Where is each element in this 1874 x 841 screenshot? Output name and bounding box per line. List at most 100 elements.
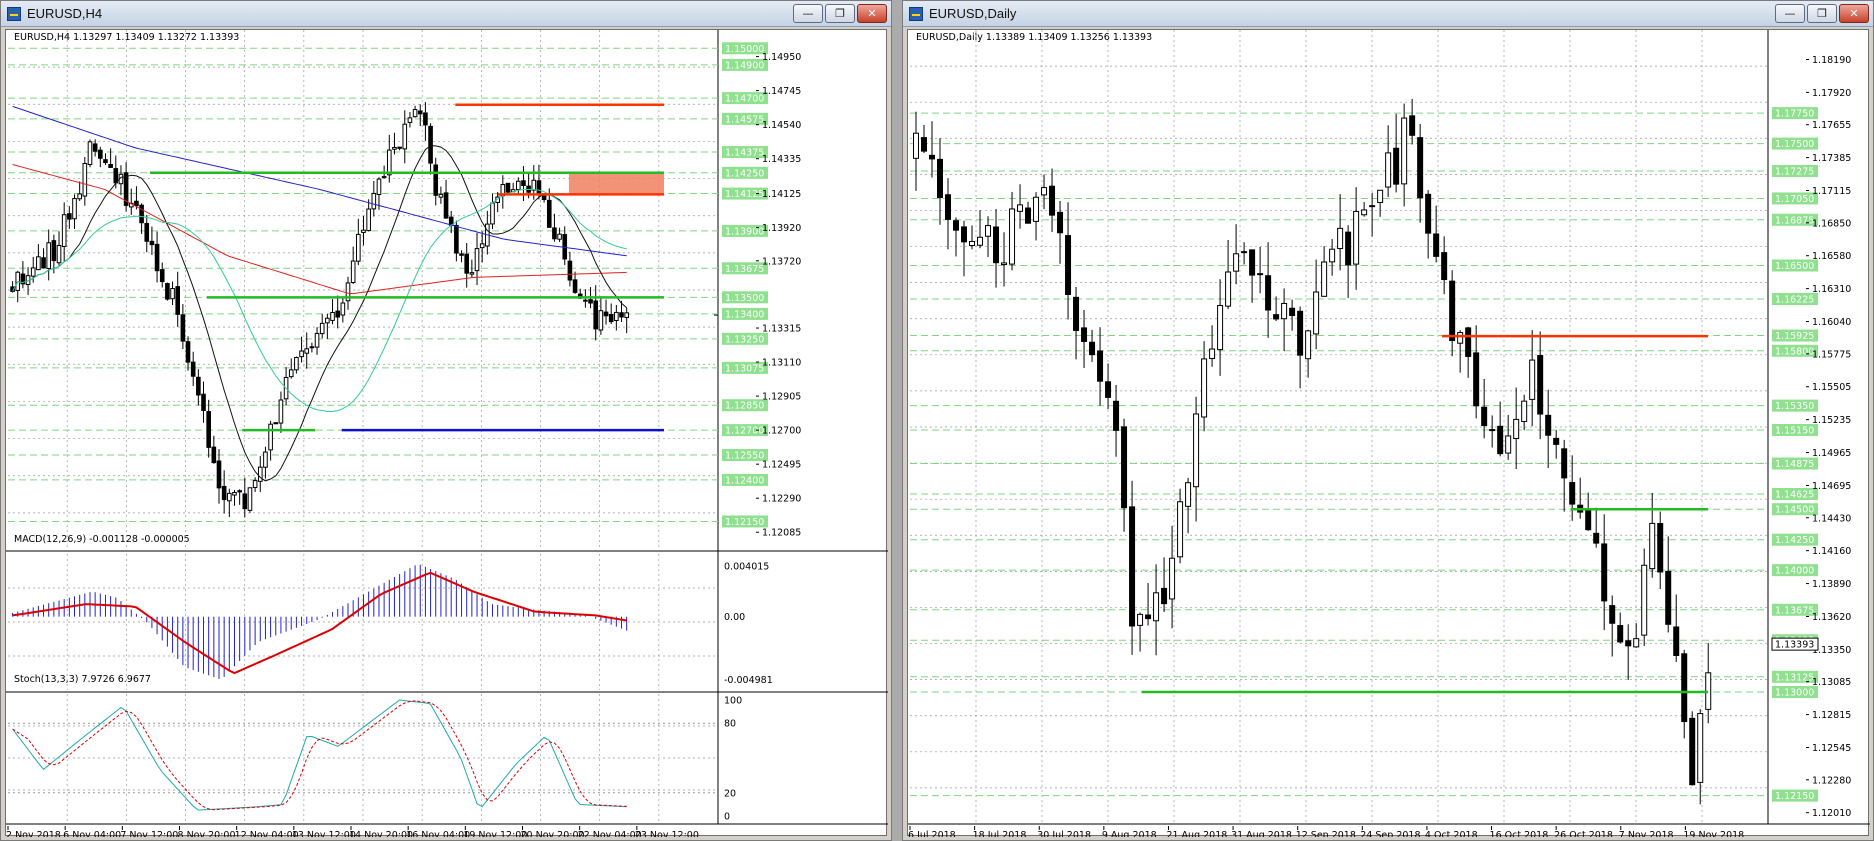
candle-bear [1113,400,1120,431]
price-scale-label: 1.15505 [1812,382,1851,393]
window-titlebar[interactable]: EURUSD,Daily — ❐ ✕ [903,1,1873,27]
level-tag-label: 1.13075 [725,363,764,374]
level-tag-label: 1.13400 [725,309,764,320]
candle-bull [268,423,273,451]
level-tag-label: 1.17500 [1775,139,1814,150]
candle-bear [1145,614,1152,620]
candle-bull [361,229,366,233]
price-scale-label: 1.13110 [762,358,801,369]
time-axis-label: 12 Sep 2018 [1296,830,1356,837]
chart-window-icon [909,7,923,21]
candle-bear [521,180,526,186]
candle-bull [232,491,237,496]
candle-bear [1665,570,1672,625]
candle-bull [340,302,346,316]
candle-bear [185,341,191,363]
candle-bear [1585,510,1592,531]
time-axis-label: 21 Aug 2018 [1166,830,1227,837]
candle-bull [56,244,62,264]
level-tag-label: 1.15925 [1775,331,1814,342]
candle-bull [1193,413,1200,488]
level-tag-label: 1.13675 [725,264,764,275]
time-axis-label: 24 Sep 2018 [1360,830,1420,837]
candle-bear [1609,605,1616,624]
h4-chart-svg[interactable]: EURUSD,H4 1.13297 1.13409 1.13272 1.1339… [6,30,888,837]
candle-bear [428,125,433,164]
candle-bear [417,110,423,115]
close-icon: ✕ [1849,7,1859,20]
candle-bear [1097,350,1104,382]
minimize-button[interactable]: — [1775,4,1805,23]
candle-bear [1081,327,1088,342]
time-axis-label: 22 Nov 04:00 [578,830,642,837]
candle-bear [397,146,402,149]
candle-bear [103,159,108,164]
candle-bear [1049,185,1056,216]
candle-bull [490,202,495,225]
moving-average-aqua [12,189,627,412]
time-axis-label: 9 Aug 2018 [1102,830,1157,837]
level-tag-label: 1.17750 [1775,109,1814,120]
candle-bull [1169,557,1176,600]
candle-bear [154,243,160,272]
candle-bull [36,256,41,271]
candle-bull [1329,248,1336,263]
candle-bear [1065,235,1072,295]
macd-scale-label: -0.004981 [724,675,773,686]
time-axis-label: 19 Nov 12:00 [463,830,527,837]
candle-bull [61,214,67,247]
time-axis-label: 12 Nov 04:00 [235,830,299,837]
chart-canvas[interactable]: EURUSD,Daily 1.13389 1.13409 1.13256 1.1… [907,29,1870,837]
candle-bear [242,493,248,510]
window-titlebar[interactable]: EURUSD,H4 — ❐ ✕ [1,1,891,27]
candle-bear [536,180,542,195]
time-axis-label: 13 Nov 12:00 [292,830,356,837]
candle-bear [1393,147,1400,185]
time-axis-label: 31 Aug 2018 [1231,830,1292,837]
candle-bear [237,490,242,493]
candle-bear [1441,252,1448,281]
candle-bull [1201,358,1208,418]
time-axis-label: 23 Nov 12:00 [635,830,699,837]
candle-bull [1529,359,1536,400]
candle-bull [474,248,480,272]
candle-bull [325,317,330,324]
candle-bull [1313,291,1320,335]
candle-bull [1137,613,1144,626]
time-axis-label: 20 Nov 20:00 [521,830,585,837]
restore-button[interactable]: ❐ [825,4,855,23]
level-tag-label: 1.17050 [1775,194,1814,205]
chart-window-eurusd-h4[interactable]: EURUSD,H4 — ❐ ✕ EURUSD,H4 1.13297 1.1340… [0,0,892,841]
time-axis-label: 6 Nov 04:00 [63,830,121,837]
close-button[interactable]: ✕ [857,4,887,23]
chart-canvas[interactable]: EURUSD,H4 1.13297 1.13409 1.13272 1.1339… [5,29,888,837]
candlesticks [913,98,1712,805]
minimize-button[interactable]: — [793,4,823,23]
candle-bull [1177,501,1184,558]
price-scale-label: 1.12280 [1812,775,1851,786]
close-button[interactable]: ✕ [1839,4,1869,23]
candle-bear [1433,233,1440,257]
restore-icon: ❐ [1817,7,1827,20]
price-scale-label: 1.18190 [1812,55,1851,66]
candle-bear [1105,381,1112,398]
time-axis-label: 7 Nov 2018 [1619,830,1674,837]
candle-bull [247,487,253,511]
close-icon: ✕ [867,7,877,20]
chart-window-eurusd-daily[interactable]: EURUSD,Daily — ❐ ✕ EURUSD,Daily 1.13389 … [902,0,1874,841]
price-scale-label: 1.13890 [1812,579,1851,590]
candle-bull [1513,418,1520,440]
candle-bull [1233,253,1240,272]
level-tag-label: 1.15150 [1775,426,1814,437]
daily-chart-svg[interactable]: EURUSD,Daily 1.13389 1.13409 1.13256 1.1… [908,30,1870,837]
candle-bear [459,253,464,256]
candle-bear [1497,425,1504,455]
candle-bull [469,272,475,275]
restore-button[interactable]: ❐ [1807,4,1837,23]
level-tag-label: 1.16500 [1775,261,1814,272]
candle-bull [624,312,629,318]
price-scale-label: 1.13315 [762,324,801,335]
time-axis-label: 30 Jul 2018 [1037,830,1091,837]
price-pane-header: EURUSD,Daily 1.13389 1.13409 1.13256 1.1… [916,32,1152,43]
price-scale-label: 1.12290 [762,494,801,505]
